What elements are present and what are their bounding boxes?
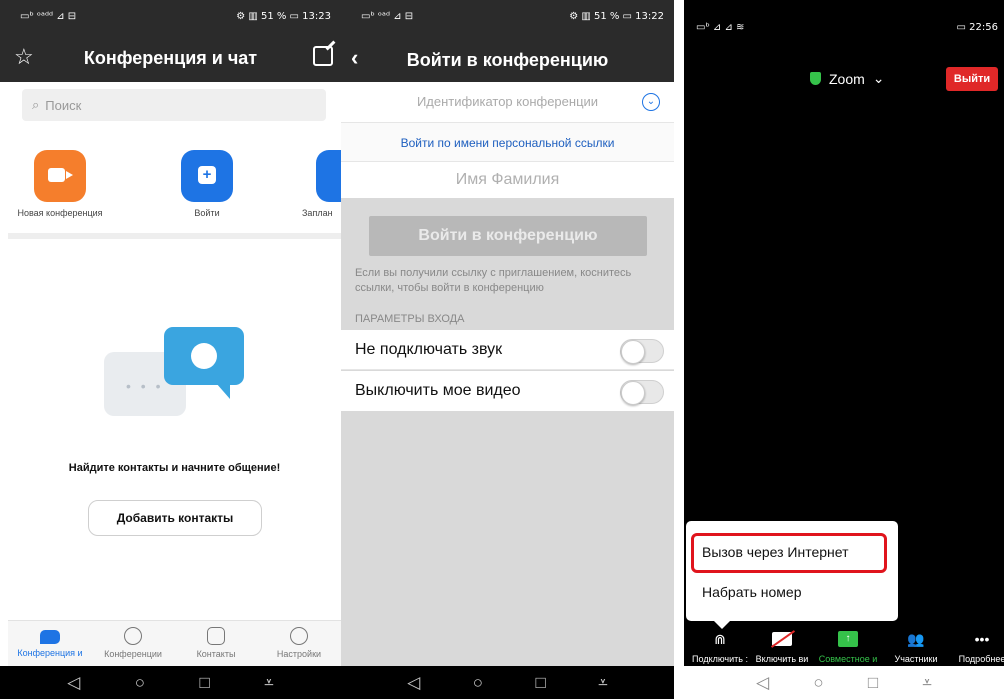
status-bar: ▭ᵇ ⊿ ⊿ ≋ ▭ 22:56 <box>684 16 1004 38</box>
clock-icon <box>124 627 142 645</box>
status-right: ⚙ ▥ 51 % ▭ 13:22 <box>569 10 664 22</box>
home-icon[interactable]: ○ <box>813 673 823 693</box>
home-icon[interactable]: ○ <box>473 673 483 693</box>
android-nav-bar: ◁ ○ □ ⩡ <box>0 666 341 699</box>
tab-settings[interactable]: Настройки <box>257 627 341 659</box>
tool-label: Совместное и <box>818 654 878 664</box>
meeting-toolbar: ⋒ Подключить : Включить ви ↑ Совместное … <box>684 628 1004 670</box>
participants-icon: 👥 <box>907 630 925 647</box>
section-header: ПАРАМЕТРЫ ВХОДА <box>355 313 465 325</box>
video-camera-icon <box>34 150 86 202</box>
chevron-down-icon: ⌄ <box>872 70 885 86</box>
new-meeting-button[interactable]: Новая конференция <box>10 150 110 218</box>
page-title: Войти в конференцию <box>406 50 609 70</box>
tab-meet-chat[interactable]: Конференция и <box>8 627 92 658</box>
tab-label: Конференции <box>104 649 162 659</box>
tab-label: Конференция и <box>17 648 83 658</box>
video-off-icon <box>746 628 818 650</box>
panel-conference-chat: ▭ᵇ ᵒᵃᵈᵈ ⊿ ⊟ ⚙ ▥ 51 % ▭ 13:23 ☆ Конференц… <box>0 0 341 699</box>
chat-icon <box>40 630 60 644</box>
tab-meetings[interactable]: Конференции <box>91 627 175 659</box>
notification-icon[interactable]: ⩡ <box>922 673 932 693</box>
add-contacts-button[interactable]: Добавить контакты <box>88 500 262 536</box>
search-input[interactable]: ⌕ Поиск <box>22 89 326 121</box>
tool-label: Подключить : <box>692 654 748 664</box>
app-header: ▭ᵇ ᵒᵃᵈ ⊿ ⊟ ⚙ ▥ 51 % ▭ 13:22 ‹ Войти в ко… <box>341 0 674 82</box>
panel-join-meeting: ▭ᵇ ᵒᵃᵈ ⊿ ⊟ ⚙ ▥ 51 % ▭ 13:22 ‹ Войти в ко… <box>341 0 674 699</box>
home-icon[interactable]: ○ <box>135 673 145 693</box>
tab-label: Настройки <box>276 649 322 659</box>
start-video-button[interactable]: Включить ви <box>746 628 818 664</box>
join-meeting-button[interactable]: Войти в конференцию <box>369 216 647 256</box>
notification-icon[interactable]: ⩡ <box>264 673 274 693</box>
bottom-tab-bar: Конференция и Конференции Контакты Настр… <box>8 620 341 666</box>
search-icon: ⌕ <box>32 97 40 112</box>
option-label: Выключить мое видео <box>355 382 521 399</box>
status-bar: ▭ᵇ ᵒᵃᵈ ⊿ ⊟ ⚙ ▥ 51 % ▭ 13:22 <box>341 0 674 32</box>
gear-icon <box>290 627 308 645</box>
status-left: ▭ᵇ ⊿ ⊿ ≋ <box>696 21 745 33</box>
action-row: Новая конференция + Войти Заплан <box>0 150 341 230</box>
internet-audio-option[interactable]: Вызов через Интернет <box>702 544 849 560</box>
share-icon: ↑ <box>812 628 884 650</box>
status-right: ⚙ ▥ 51 % ▭ 13:23 <box>236 10 331 22</box>
video-off-toggle[interactable] <box>620 380 664 405</box>
back-icon[interactable]: ◁ <box>407 673 420 693</box>
status-left: ▭ᵇ ᵒᵃᵈ ⊿ ⊟ <box>361 10 414 22</box>
share-button[interactable]: ↑ Совместное и <box>812 628 884 664</box>
shield-icon <box>810 72 821 85</box>
join-button[interactable]: + Войти <box>157 150 257 218</box>
status-bar: ▭ᵇ ᵒᵃᵈᵈ ⊿ ⊟ ⚙ ▥ 51 % ▭ 13:23 <box>0 0 341 32</box>
tab-label: Контакты <box>196 649 236 659</box>
search-placeholder: Поиск <box>45 97 82 113</box>
mute-audio-option: Не подключать звук <box>341 330 674 370</box>
new-meeting-label: Новая конференция <box>17 208 103 218</box>
divider <box>8 233 341 239</box>
tool-label: Участники <box>894 654 938 664</box>
smile-bubble-icon <box>164 327 244 399</box>
empty-state-text: Найдите контакты и начните общение! <box>68 462 281 474</box>
dial-number-option[interactable]: Набрать номер <box>702 584 802 600</box>
back-icon[interactable]: ◁ <box>67 673 80 693</box>
leave-button[interactable]: Выйти <box>946 67 998 91</box>
recent-apps-icon[interactable]: □ <box>199 673 209 693</box>
tab-contacts[interactable]: Контакты <box>174 627 258 659</box>
schedule-button[interactable]: Заплан <box>290 150 341 218</box>
more-icon: ••• <box>974 631 990 647</box>
join-label: Войти <box>194 208 220 218</box>
tool-label: Включить ви <box>755 654 809 664</box>
calendar-icon <box>316 150 341 202</box>
plus-icon: + <box>181 150 233 202</box>
panel-in-meeting: ▭ᵇ ⊿ ⊿ ≋ ▭ 22:56 Zoom ⌄ Выйти Вызов чере… <box>684 0 1004 699</box>
participants-button[interactable]: 👥 Участники <box>880 628 952 665</box>
mute-audio-toggle[interactable] <box>620 339 664 364</box>
meeting-id-input[interactable]: Идентификатор конференции ⌄ <box>341 82 674 122</box>
video-off-option: Выключить мое видео <box>341 371 674 411</box>
recent-apps-icon[interactable]: □ <box>868 673 878 693</box>
audio-popup-menu: Вызов через Интернет Набрать номер <box>686 521 898 629</box>
recent-apps-icon[interactable]: □ <box>535 673 545 693</box>
meeting-title[interactable]: Zoom ⌄ <box>810 70 885 87</box>
contact-icon <box>207 627 225 645</box>
android-nav-bar: ◁ ○ □ ⩡ <box>684 666 1004 699</box>
tool-label: Подробнее <box>958 654 1004 664</box>
chevron-down-icon[interactable]: ⌄ <box>642 93 660 111</box>
android-nav-bar: ◁ ○ □ ⩡ <box>341 666 674 699</box>
status-right: ▭ 22:56 <box>956 21 998 33</box>
compose-icon[interactable] <box>313 46 333 66</box>
app-header: ▭ᵇ ᵒᵃᵈᵈ ⊿ ⊟ ⚙ ▥ 51 % ▭ 13:23 ☆ Конференц… <box>0 0 341 82</box>
name-input[interactable]: Имя Фамилия <box>341 162 674 198</box>
meeting-id-placeholder: Идентификатор конференции <box>416 94 599 109</box>
more-button[interactable]: ••• Подробнее <box>946 628 1004 664</box>
invite-hint: Если вы получили ссылку с приглашением, … <box>355 267 632 294</box>
option-label: Не подключать звук <box>355 341 503 358</box>
back-icon[interactable]: ◁ <box>756 673 769 693</box>
notification-icon[interactable]: ⩡ <box>598 673 608 693</box>
schedule-label: Заплан <box>302 208 333 218</box>
personal-link-link[interactable]: Войти по имени персональной ссылки <box>341 122 674 162</box>
meeting-name: Zoom <box>829 70 865 87</box>
page-title: Конференция и чат <box>83 48 258 68</box>
status-left: ▭ᵇ ᵒᵃᵈᵈ ⊿ ⊟ <box>20 10 77 22</box>
